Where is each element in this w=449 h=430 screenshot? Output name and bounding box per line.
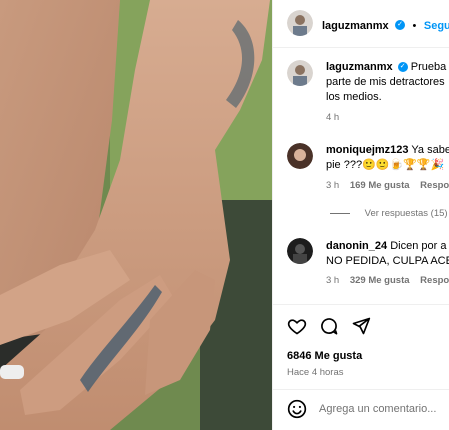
author-username[interactable]: laguzmanmx — [322, 20, 389, 32]
post-dialog: laguzmanmx ✓ • Seguir laguzmanmx ✓ Prueb… — [0, 0, 449, 430]
comment-time[interactable]: 3 h — [326, 180, 339, 191]
comment-line-1: Dicen por a — [390, 240, 447, 252]
comment-username[interactable]: moniquejmz123 — [326, 144, 409, 156]
view-replies-label[interactable]: Ver respuestas (15) — [365, 208, 448, 219]
caption-line-3: los medios. — [326, 91, 382, 103]
emoji-icon[interactable] — [287, 399, 307, 424]
heart-icon[interactable] — [287, 316, 307, 341]
author-avatar[interactable] — [287, 10, 313, 36]
comment-icon[interactable] — [319, 316, 339, 341]
view-replies[interactable]: Ver respuestas (15) — [330, 208, 449, 219]
caption-line-2: parte de mis detractores — [326, 76, 445, 88]
comment-username[interactable]: danonin_24 — [326, 240, 387, 252]
comment-meta: 3 h 329 Me gusta Respo — [326, 275, 449, 286]
comment-input[interactable]: Agrega un comentario... — [319, 403, 449, 415]
comment-box-divider — [273, 389, 449, 390]
comment-likes[interactable]: 329 Me gusta — [350, 275, 410, 286]
actions-divider — [273, 304, 449, 305]
follow-button[interactable]: Seguir — [424, 20, 449, 32]
header-divider — [273, 47, 449, 48]
share-icon[interactable] — [351, 316, 371, 341]
caption: laguzmanmx ✓ Prueba parte de mis detract… — [326, 60, 449, 105]
reply-button[interactable]: Respo — [420, 275, 449, 286]
comment-line-1: Ya sabe — [411, 144, 449, 156]
likes-count[interactable]: 6846 Me gusta — [287, 350, 449, 362]
caption-username[interactable]: laguzmanmx — [326, 61, 393, 73]
post-photo-image — [0, 0, 272, 430]
post-photo[interactable] — [0, 0, 272, 430]
posted-ago[interactable]: Hace 4 horas — [287, 367, 449, 378]
view-replies-line — [330, 212, 350, 214]
reply-button[interactable]: Respon — [420, 180, 449, 191]
comment-meta: 3 h 169 Me gusta Respon — [326, 180, 449, 191]
comment-text: moniquejmz123 Ya sabe pie ???🙂🙂🍺🏆🏆🎉 — [326, 143, 449, 173]
verified-badge-icon: ✓ — [397, 62, 408, 73]
verified-badge-icon: ✓ — [395, 19, 406, 30]
comment-line-2: NO PEDIDA, CULPA ACEP — [326, 255, 449, 267]
header-separator: • — [412, 20, 417, 32]
caption-time[interactable]: 4 h — [326, 112, 449, 123]
comment-line-2: pie ???🙂🙂🍺🏆🏆🎉 — [326, 159, 445, 171]
post-header: laguzmanmx ✓ • Seguir — [322, 16, 449, 34]
comment-avatar[interactable] — [287, 143, 313, 169]
comment-avatar[interactable] — [287, 238, 313, 264]
comment-time[interactable]: 3 h — [326, 275, 339, 286]
caption-line-1: Prueba — [410, 61, 447, 73]
post-panel: laguzmanmx ✓ • Seguir laguzmanmx ✓ Prueb… — [272, 0, 449, 430]
caption-avatar[interactable] — [287, 60, 313, 86]
comment-text: danonin_24 Dicen por a NO PEDIDA, CULPA … — [326, 239, 449, 269]
comment-likes[interactable]: 169 Me gusta — [350, 180, 410, 191]
